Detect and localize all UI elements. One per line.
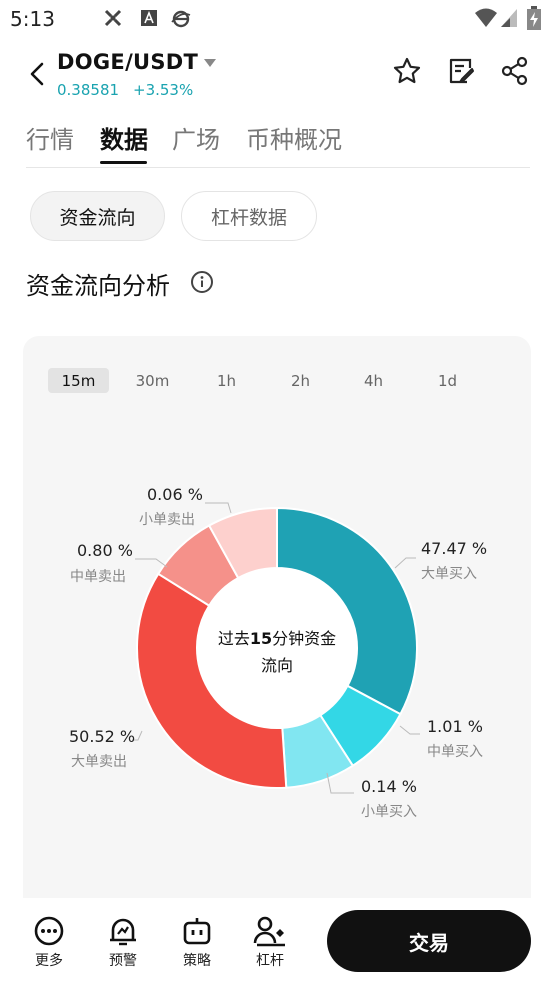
bottom-action-bar: 更多 预警 策略 杠杆 交易 bbox=[0, 898, 554, 984]
big-sell-pct: 50.52 % bbox=[69, 727, 136, 746]
small-sell-label: 小单卖出 bbox=[139, 512, 195, 528]
mid-sell-pct: 0.80 % bbox=[77, 541, 133, 560]
leverage-label: 杠杆 bbox=[256, 953, 284, 969]
alarm-icon bbox=[110, 918, 136, 946]
mid-buy-label: 中单买入 bbox=[427, 744, 483, 760]
center-line2: 流向 bbox=[260, 656, 293, 675]
robot-icon bbox=[183, 918, 211, 945]
chart-center-label: 过去15分钟资金 流向 bbox=[206, 625, 348, 679]
center-suffix: 分钟资金 bbox=[272, 629, 337, 648]
mid-buy-pct: 1.01 % bbox=[427, 717, 483, 736]
alert-button[interactable]: 预警 bbox=[101, 915, 145, 970]
leverage-button[interactable]: 杠杆 bbox=[248, 915, 292, 970]
big-sell-label: 大单卖出 bbox=[71, 754, 127, 770]
trade-button[interactable]: 交易 bbox=[327, 910, 531, 972]
small-buy-label: 小单买入 bbox=[361, 804, 417, 820]
alert-label: 预警 bbox=[109, 953, 137, 969]
leader-line-small-sell bbox=[205, 502, 232, 514]
more-label: 更多 bbox=[35, 953, 63, 969]
big-buy-label: 大单买入 bbox=[421, 566, 477, 582]
more-button[interactable]: 更多 bbox=[27, 915, 71, 970]
strategy-label: 策略 bbox=[183, 953, 211, 969]
strategy-button[interactable]: 策略 bbox=[175, 915, 219, 970]
mid-sell-label: 中单卖出 bbox=[70, 569, 126, 585]
small-sell-pct: 0.06 % bbox=[147, 485, 203, 504]
small-buy-pct: 0.14 % bbox=[361, 777, 417, 796]
big-buy-pct: 47.47 % bbox=[421, 539, 488, 558]
leader-line-mid-sell bbox=[135, 558, 168, 568]
center-prefix: 过去 bbox=[217, 629, 250, 648]
capital-flow-donut-chart bbox=[132, 502, 420, 794]
leader-line-big-buy bbox=[394, 557, 416, 569]
more-icon bbox=[34, 916, 64, 946]
center-number: 15 bbox=[249, 629, 273, 648]
leader-line-mid-buy bbox=[399, 725, 420, 735]
leverage-user-icon bbox=[253, 916, 285, 947]
